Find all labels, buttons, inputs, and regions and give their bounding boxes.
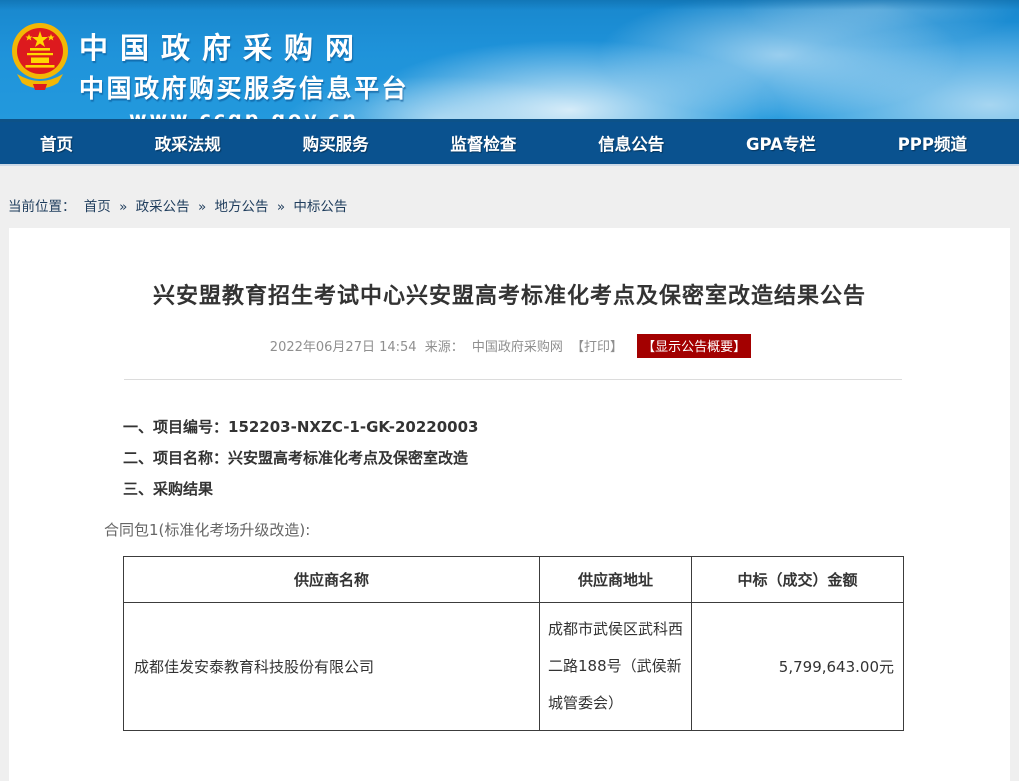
header-supplier-address: 供应商地址 — [540, 557, 692, 603]
show-summary-button[interactable]: 【显示公告概要】 — [637, 334, 751, 358]
project-number-line: 一、项目编号：152203-NXZC-1-GK-20220003 — [9, 420, 1010, 435]
print-button[interactable]: 【打印】 — [571, 340, 623, 355]
platform-name: 中国政府购买服务信息平台 — [79, 69, 409, 105]
breadcrumb-separator: » — [198, 199, 206, 215]
breadcrumb-label: 当前位置： — [8, 199, 76, 215]
breadcrumb-item-award-notices[interactable]: 中标公告 — [293, 199, 347, 215]
nav-item-purchase-services[interactable]: 购买服务 — [303, 131, 369, 155]
result-heading: 三、采购结果 — [9, 482, 1010, 497]
header-award-amount: 中标（成交）金额 — [692, 557, 904, 603]
article-meta: 2022年06月27日 14:54 来源： 中国政府采购网 【打印】 【显示公告… — [9, 334, 1010, 358]
nav-item-gpa[interactable]: GPA专栏 — [746, 131, 816, 155]
source-name: 中国政府采购网 — [472, 340, 563, 355]
page: { "colors": { "sky_blue": "#1f93da", "na… — [0, 0, 1019, 781]
publish-datetime: 2022年06月27日 14:54 — [270, 340, 417, 355]
breadcrumb-item-procurement-notices[interactable]: 政采公告 — [136, 199, 190, 215]
breadcrumb-item-home[interactable]: 首页 — [84, 199, 111, 215]
site-logo-text: 中国政府采购网 中国政府购买服务信息平台 www.ccgp.gov.cn — [79, 25, 409, 122]
breadcrumb: 当前位置： 首页 » 政采公告 » 地方公告 » 中标公告 — [0, 166, 1019, 228]
china-national-emblem-icon — [11, 22, 69, 98]
package-line: 合同包1(标准化考场升级改造): — [9, 519, 1010, 540]
site-name: 中国政府采购网 — [79, 25, 409, 67]
article-card: 兴安盟教育招生考试中心兴安盟高考标准化考点及保密室改造结果公告 2022年06月… — [9, 228, 1010, 781]
header-supplier-name: 供应商名称 — [124, 557, 540, 603]
nav-item-regulations[interactable]: 政采法规 — [155, 131, 221, 155]
article-body: 一、项目编号：152203-NXZC-1-GK-20220003 二、项目名称：… — [9, 380, 1010, 731]
result-table: 供应商名称 供应商地址 中标（成交）金额 成都佳发安泰教育科技股份有限公司 成都… — [123, 556, 904, 731]
table-header-row: 供应商名称 供应商地址 中标（成交）金额 — [124, 557, 904, 603]
breadcrumb-separator: » — [277, 199, 285, 215]
nav-item-home[interactable]: 首页 — [40, 131, 73, 155]
table-row: 成都佳发安泰教育科技股份有限公司 成都市武侯区武科西二路188号（武侯新城管委会… — [124, 603, 904, 731]
page-title: 兴安盟教育招生考试中心兴安盟高考标准化考点及保密室改造结果公告 — [9, 228, 1010, 310]
supplier-name-cell: 成都佳发安泰教育科技股份有限公司 — [124, 603, 540, 731]
nav-item-supervision[interactable]: 监督检查 — [450, 131, 516, 155]
site-url: www.ccgp.gov.cn — [79, 108, 409, 122]
nav-item-ppp[interactable]: PPP频道 — [898, 131, 967, 155]
main-nav: 首页 政采法规 购买服务 监督检查 信息公告 GPA专栏 PPP频道 — [0, 122, 1019, 166]
breadcrumb-item-local-notices[interactable]: 地方公告 — [215, 199, 269, 215]
supplier-address-cell: 成都市武侯区武科西二路188号（武侯新城管委会） — [540, 603, 692, 731]
project-name-line: 二、项目名称：兴安盟高考标准化考点及保密室改造 — [9, 451, 1010, 466]
breadcrumb-separator: » — [119, 199, 127, 215]
site-header: 中国政府采购网 中国政府购买服务信息平台 www.ccgp.gov.cn — [0, 0, 1019, 122]
nav-item-announcements[interactable]: 信息公告 — [598, 131, 664, 155]
source-label: 来源： — [425, 340, 464, 355]
award-amount-cell: 5,799,643.00元 — [692, 603, 904, 731]
